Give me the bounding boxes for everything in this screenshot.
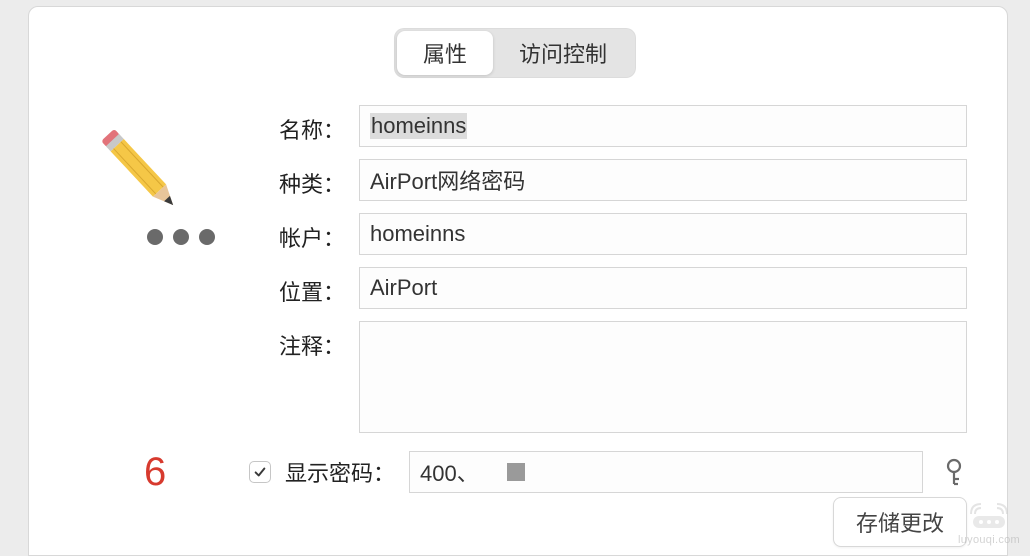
- row-location: 位置：: [249, 267, 967, 309]
- key-icon[interactable]: [941, 457, 967, 487]
- label-location: 位置：: [249, 267, 359, 307]
- input-account[interactable]: [359, 213, 967, 255]
- checkmark-icon: [253, 465, 267, 479]
- step-number: 6: [144, 450, 166, 495]
- input-name-value: homeinns: [370, 113, 467, 139]
- checkbox-show-password[interactable]: [249, 461, 271, 483]
- tab-access-control[interactable]: 访问控制: [493, 31, 633, 75]
- save-button[interactable]: 存储更改: [833, 497, 967, 547]
- input-location[interactable]: [359, 267, 967, 309]
- row-password: 6 显示密码： 400、: [249, 451, 967, 493]
- tab-group: 属性 访问控制: [394, 28, 636, 78]
- panel: 名称： homeinns 种类： 帐户： 位置： 注释：: [28, 6, 1008, 556]
- content-area: 名称： homeinns 种类： 帐户： 位置： 注释：: [29, 65, 1007, 493]
- form-column: 名称： homeinns 种类： 帐户： 位置： 注释：: [249, 105, 977, 493]
- tab-attributes[interactable]: 属性: [397, 31, 493, 75]
- input-comment[interactable]: [359, 321, 967, 433]
- router-icon: [965, 496, 1013, 532]
- label-show-password: 显示密码：: [285, 456, 395, 488]
- label-comment: 注释：: [249, 321, 359, 361]
- row-account: 帐户：: [249, 213, 967, 255]
- row-name: 名称： homeinns: [249, 105, 967, 147]
- input-password[interactable]: 400、: [409, 451, 923, 493]
- label-kind: 种类：: [249, 159, 359, 199]
- label-account: 帐户：: [249, 213, 359, 253]
- row-comment: 注释：: [249, 321, 967, 433]
- password-icon: [89, 115, 209, 245]
- dots-icon: [147, 229, 215, 245]
- input-kind[interactable]: [359, 159, 967, 201]
- row-kind: 种类：: [249, 159, 967, 201]
- icon-column: [59, 105, 249, 493]
- watermark: luyouqi.com: [958, 496, 1020, 546]
- input-name[interactable]: homeinns: [359, 105, 967, 147]
- password-value-prefix: 400、: [420, 456, 479, 488]
- label-name: 名称：: [249, 105, 359, 145]
- watermark-text: luyouqi.com: [958, 534, 1020, 546]
- password-obscured: [507, 463, 525, 481]
